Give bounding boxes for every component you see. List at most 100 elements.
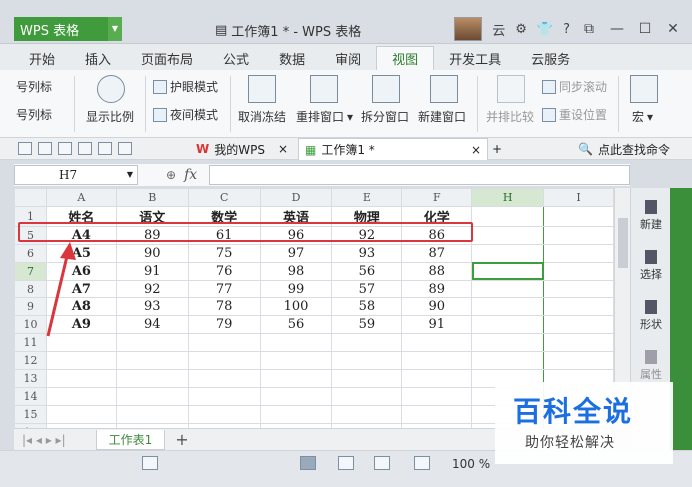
column-header[interactable]: B [115, 188, 189, 207]
tab-3[interactable]: 公式 [208, 46, 264, 70]
col-label-top[interactable]: 号列标 [16, 78, 52, 95]
minimize-icon[interactable]: — [608, 21, 626, 37]
cell[interactable]: 75 [187, 243, 261, 263]
column-header[interactable]: I [543, 188, 614, 207]
cell[interactable] [401, 333, 473, 353]
avatar[interactable] [454, 17, 483, 41]
cell[interactable] [543, 351, 614, 371]
cell[interactable]: 98 [259, 261, 333, 281]
cell[interactable] [471, 333, 545, 353]
cell[interactable] [187, 351, 261, 371]
undo-icon[interactable] [118, 142, 132, 155]
close-icon[interactable]: × [278, 142, 288, 156]
tab-5[interactable]: 审阅 [320, 46, 376, 70]
chevron-down-icon[interactable]: ▼ [127, 166, 133, 184]
cell[interactable] [187, 369, 261, 388]
split-button[interactable]: 拆分窗口 [361, 108, 409, 125]
col-label-bottom[interactable]: 号列标 [16, 106, 52, 123]
night-mode-button[interactable]: 夜间模式 [153, 106, 218, 123]
row-header[interactable]: 10 [14, 315, 47, 335]
shirt-icon[interactable]: 👕 [537, 22, 553, 37]
new-window-button[interactable]: 新建窗口 [418, 108, 466, 125]
cell[interactable] [543, 225, 614, 245]
tab-0[interactable]: 开始 [14, 46, 70, 70]
help-label[interactable]: ? [563, 22, 570, 37]
cell[interactable] [331, 386, 403, 406]
cell[interactable]: 77 [187, 279, 261, 299]
open-icon[interactable] [18, 142, 32, 155]
cell[interactable] [331, 369, 403, 388]
save-icon[interactable] [38, 142, 52, 155]
cell[interactable] [471, 225, 545, 245]
macro-button[interactable]: 宏 ▾ [632, 108, 653, 125]
row-header[interactable]: 6 [14, 243, 47, 263]
cell[interactable] [187, 386, 261, 406]
formula-input[interactable] [209, 165, 630, 185]
find-command[interactable]: 🔍 点此查找命令 [578, 138, 670, 160]
page-break-icon[interactable] [374, 456, 390, 470]
sync-scroll-button[interactable]: 同步滚动 [542, 78, 607, 95]
column-header[interactable]: C [187, 188, 261, 207]
cell[interactable] [543, 315, 614, 335]
cell[interactable] [331, 333, 403, 353]
cell[interactable] [331, 351, 403, 371]
cell[interactable]: 57 [331, 279, 403, 299]
cell[interactable] [471, 351, 545, 371]
cell[interactable]: 79 [187, 315, 261, 335]
row-header[interactable]: 11 [14, 333, 47, 353]
cell[interactable] [115, 369, 189, 388]
column-header[interactable]: H [471, 188, 545, 207]
cell[interactable] [401, 386, 473, 406]
display-ratio-button[interactable]: 显示比例 [86, 108, 134, 125]
cell[interactable]: 100 [259, 297, 333, 317]
tab-7[interactable]: 开发工具 [434, 46, 516, 70]
print-icon[interactable] [78, 142, 92, 155]
cell[interactable] [259, 404, 333, 424]
cell[interactable] [45, 369, 117, 388]
row-header[interactable]: 13 [14, 369, 47, 388]
add-sheet-icon[interactable]: + [175, 430, 188, 449]
fx-button[interactable]: fx [184, 167, 197, 183]
side-by-side-button[interactable]: 并排比较 [486, 108, 534, 125]
tab-2[interactable]: 页面布局 [126, 46, 208, 70]
cell[interactable]: 58 [331, 297, 403, 317]
skin-icon[interactable]: ⚙ [515, 22, 527, 37]
cell[interactable] [45, 351, 117, 371]
name-box[interactable]: H7 ▼ [14, 165, 138, 185]
cell[interactable]: 94 [115, 315, 189, 335]
close-icon[interactable]: × [471, 143, 481, 157]
cell[interactable] [543, 243, 614, 263]
cell[interactable] [471, 243, 545, 263]
column-header[interactable]: E [331, 188, 403, 207]
cell[interactable] [187, 404, 261, 424]
tab-8[interactable]: 云服务 [516, 46, 585, 70]
select-all-corner[interactable] [14, 188, 47, 207]
right-panel-new[interactable]: 新建 [631, 200, 671, 232]
reset-position-button[interactable]: 重设位置 [542, 106, 607, 123]
tab-6[interactable]: 视图 [376, 46, 435, 70]
row-header[interactable]: 7 [14, 261, 47, 281]
wps-logo-button[interactable]: WPS 表格 ▼ [14, 17, 122, 41]
cell[interactable] [115, 351, 189, 371]
right-panel-properties[interactable]: 属性 [631, 350, 671, 382]
cell[interactable]: 91 [115, 261, 189, 281]
sheet-tab[interactable]: 工作表1 [95, 429, 166, 450]
cell[interactable]: 92 [115, 279, 189, 299]
cell[interactable] [115, 386, 189, 406]
sheet-nav-icon[interactable]: |◂ ◂ ▸ ▸| [22, 433, 66, 447]
cell[interactable] [259, 351, 333, 371]
right-panel-select[interactable]: 选择 [631, 250, 671, 282]
column-header[interactable]: D [259, 188, 333, 207]
export-icon[interactable] [58, 142, 72, 155]
cell[interactable]: 90 [401, 297, 473, 317]
cell[interactable]: 97 [259, 243, 333, 263]
page-layout-icon[interactable] [338, 456, 354, 470]
close-icon[interactable]: ✕ [664, 21, 682, 37]
zoom-icon[interactable]: ⊕ [166, 168, 176, 182]
cell[interactable] [401, 369, 473, 388]
cell[interactable]: 89 [401, 279, 473, 299]
new-tab-button[interactable]: + [492, 138, 502, 160]
reading-mode-icon[interactable] [414, 456, 430, 470]
cell[interactable] [401, 404, 473, 424]
row-header[interactable]: 12 [14, 351, 47, 371]
